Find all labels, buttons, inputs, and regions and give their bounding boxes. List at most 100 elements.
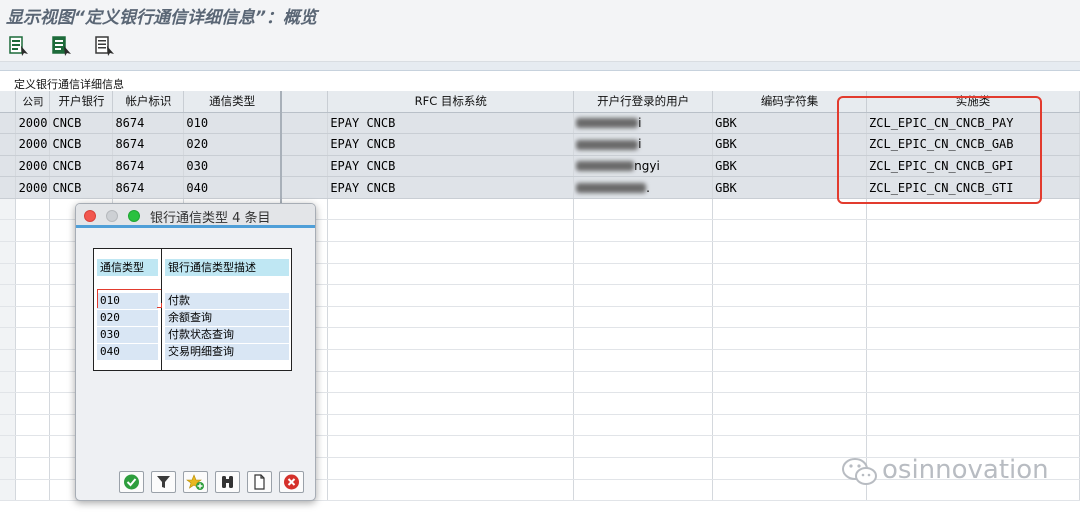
cell-rfc: EPAY CNCB	[327, 112, 575, 135]
row-selector[interactable]	[0, 176, 17, 199]
cell-rfc: EPAY CNCB	[327, 176, 575, 199]
cell-bank: CNCB	[49, 155, 114, 178]
cell-spacer	[279, 112, 329, 135]
highlight-annotation	[837, 96, 1042, 204]
empty-cell	[327, 392, 575, 415]
row-selector[interactable]	[0, 112, 17, 135]
cell-company: 2000	[15, 155, 51, 178]
empty-cell	[0, 414, 17, 437]
row-selector[interactable]	[0, 155, 17, 178]
empty-cell	[712, 414, 868, 437]
empty-cell	[573, 263, 714, 286]
cancel-button[interactable]	[279, 471, 304, 493]
entry-desc-040[interactable]: 交易明细查询	[165, 344, 289, 360]
redacted-user	[576, 139, 639, 150]
empty-cell	[0, 306, 17, 329]
empty-cell	[15, 457, 51, 480]
cell-company: 2000	[15, 176, 51, 199]
entry-code-040[interactable]: 040	[97, 344, 158, 360]
empty-cell	[866, 371, 1080, 394]
cell-comm-type: 030	[183, 155, 282, 178]
entry-code-030[interactable]: 030	[97, 327, 158, 343]
new-document-button[interactable]	[247, 471, 272, 493]
empty-cell	[327, 435, 575, 458]
empty-cell	[0, 263, 17, 286]
filter-button[interactable]	[151, 471, 176, 493]
col-header-bank[interactable]: 开户银行	[49, 91, 114, 113]
empty-cell	[712, 349, 868, 372]
redacted-user	[576, 161, 635, 172]
empty-cell	[15, 479, 51, 502]
details-view-icon[interactable]	[8, 35, 30, 57]
empty-cell	[0, 457, 17, 480]
cell-user: i	[573, 133, 714, 156]
toolbar	[0, 30, 1080, 62]
watermark-text: osinnovation	[882, 455, 1049, 485]
cell-bank: CNCB	[49, 133, 114, 156]
cell-spacer	[279, 133, 329, 156]
empty-cell	[573, 219, 714, 243]
entry-desc-030[interactable]: 付款状态查询	[165, 327, 289, 343]
maximize-window-icon[interactable]	[128, 210, 140, 222]
empty-cell	[0, 198, 17, 221]
empty-cell	[15, 241, 51, 264]
empty-cell	[712, 263, 868, 286]
empty-cell	[712, 219, 868, 243]
cell-account: 8674	[112, 176, 185, 199]
empty-cell	[15, 263, 51, 286]
empty-cell	[712, 284, 868, 307]
col-header-account[interactable]: 帐户标识	[112, 91, 185, 113]
title-bar: 显示视图“定义银行通信详细信息”：概览	[0, 0, 1080, 30]
minimize-window-icon[interactable]	[106, 210, 118, 222]
empty-cell	[15, 349, 51, 372]
grid-title: 定义银行通信详细信息	[14, 78, 124, 91]
empty-cell	[573, 435, 714, 458]
cell-bank: CNCB	[49, 176, 114, 199]
confirm-button[interactable]	[119, 471, 144, 493]
empty-cell	[0, 284, 17, 307]
col-header-rfc[interactable]: RFC 目标系统	[327, 91, 575, 113]
empty-cell	[573, 327, 714, 351]
empty-cell	[712, 241, 868, 264]
cell-account: 8674	[112, 112, 185, 135]
empty-cell	[712, 392, 868, 415]
empty-cell	[0, 392, 17, 415]
popup-titlebar[interactable]: 银行通信类型 4 条目	[76, 204, 315, 228]
empty-cell	[15, 284, 51, 307]
print-preview-icon[interactable]	[94, 35, 116, 57]
list-header-desc[interactable]: 银行通信类型描述	[165, 259, 289, 276]
row-selector[interactable]	[0, 133, 17, 156]
list-header-type[interactable]: 通信类型	[97, 259, 158, 276]
empty-cell	[0, 435, 17, 458]
empty-cell	[866, 306, 1080, 329]
empty-cell	[327, 241, 575, 264]
empty-cell	[327, 263, 575, 286]
redacted-user	[576, 183, 647, 194]
empty-cell	[327, 284, 575, 307]
toolbar-separator	[0, 62, 1080, 71]
row-selector-header[interactable]	[0, 91, 17, 113]
favorite-add-button[interactable]	[183, 471, 208, 493]
col-header-comm-type[interactable]: 通信类型	[183, 91, 282, 113]
find-icon	[222, 476, 233, 488]
col-header-user[interactable]: 开户行登录的用户	[573, 91, 714, 113]
empty-cell	[15, 371, 51, 394]
close-window-icon[interactable]	[84, 210, 96, 222]
select-all-icon[interactable]	[51, 35, 73, 57]
cancel-icon	[284, 474, 299, 490]
empty-cell	[0, 371, 17, 394]
empty-cell	[573, 284, 714, 307]
empty-cell	[327, 349, 575, 372]
empty-cell	[15, 392, 51, 415]
find-button[interactable]	[215, 471, 240, 493]
col-header-spacer	[279, 91, 329, 113]
empty-cell	[712, 371, 868, 394]
entry-desc-010[interactable]: 付款	[165, 293, 289, 309]
empty-cell	[866, 327, 1080, 351]
empty-cell	[866, 349, 1080, 372]
col-header-company[interactable]: 公司	[15, 91, 51, 113]
entry-code-020[interactable]: 020	[97, 310, 158, 326]
empty-cell	[327, 371, 575, 394]
empty-cell	[573, 349, 714, 372]
entry-desc-020[interactable]: 余额查询	[165, 310, 289, 326]
